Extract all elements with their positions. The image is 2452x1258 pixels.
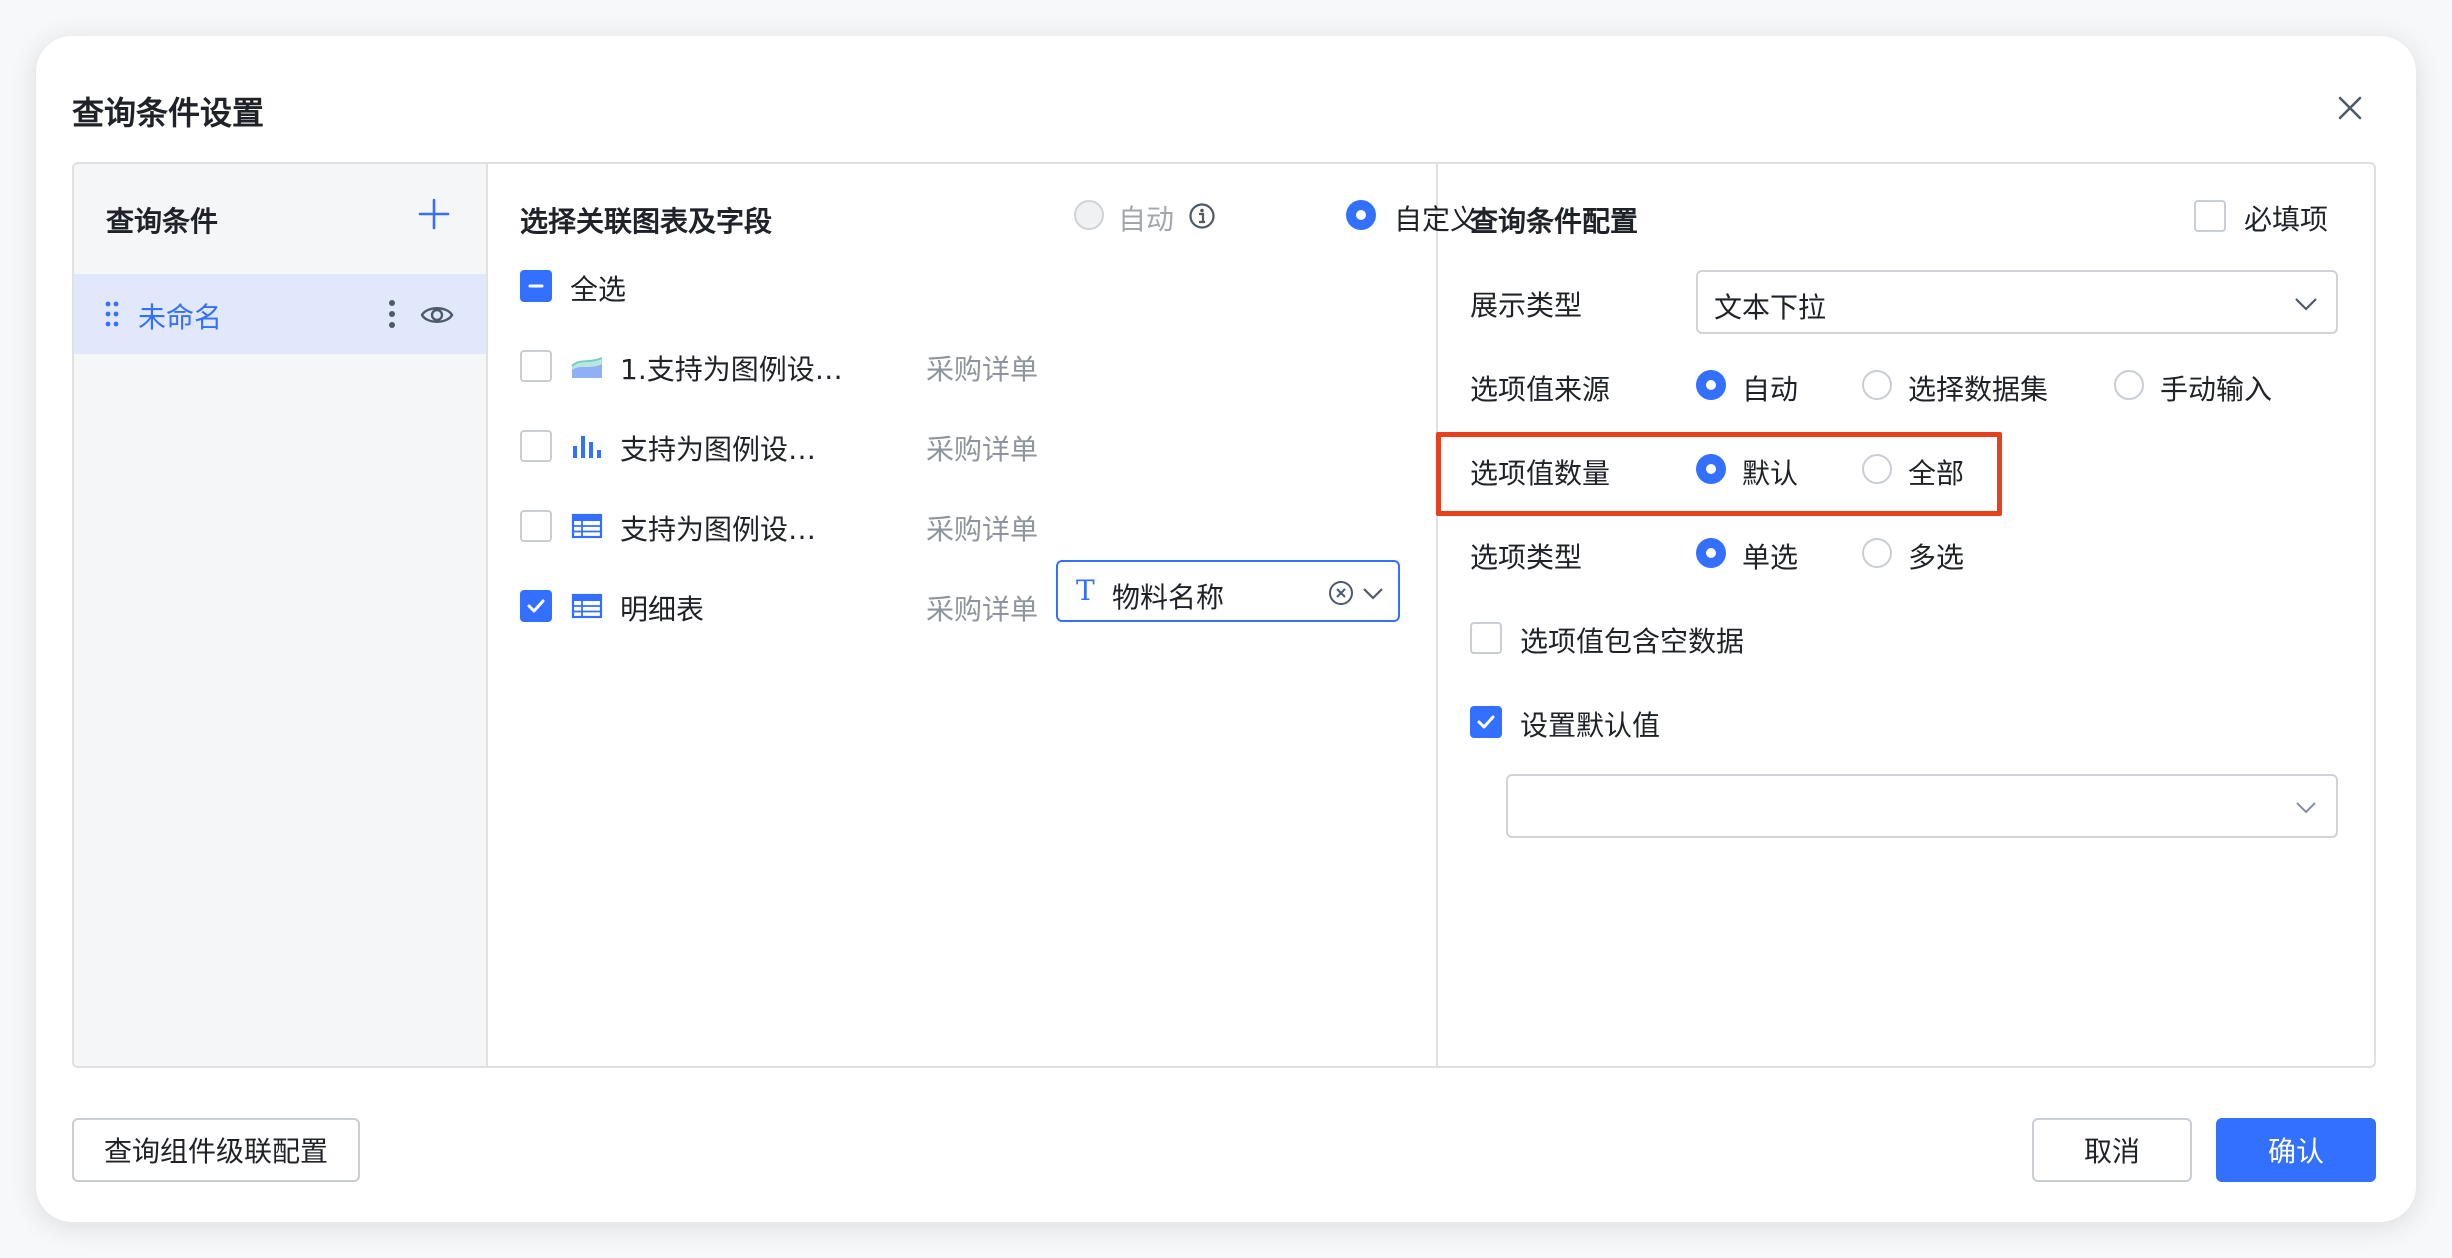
source-auto-label: 自动: [1742, 373, 1799, 406]
chart-row-checkbox[interactable]: [520, 430, 552, 462]
source-dataset-radio[interactable]: [1862, 370, 1892, 400]
set-default-checkbox[interactable]: [1470, 706, 1502, 738]
chevron-down-icon[interactable]: [2294, 798, 2318, 816]
chart-field-column: 选择关联图表及字段 自动 自定义 全选 1.支持为图例设… 采购详单 支持为图例…: [488, 164, 1478, 1066]
cancel-button[interactable]: 取消: [2032, 1118, 2192, 1182]
include-empty-label: 选项值包含空数据: [1520, 625, 1745, 658]
table-icon: [570, 512, 604, 540]
source-dataset-label: 选择数据集: [1908, 373, 2049, 406]
count-all-radio[interactable]: [1862, 454, 1892, 484]
chart-field-header: 选择关联图表及字段: [520, 205, 773, 238]
chart-row-name: 明细表: [620, 593, 705, 626]
close-icon[interactable]: [2330, 88, 2370, 128]
mode-auto-radio[interactable]: [1074, 200, 1104, 230]
source-auto-radio[interactable]: [1696, 370, 1726, 400]
eye-icon[interactable]: [420, 298, 454, 332]
bar-chart-icon: [570, 432, 604, 460]
display-type-value: 文本下拉: [1714, 291, 1827, 324]
required-label: 必填项: [2244, 203, 2329, 236]
dialog-title: 查询条件设置: [72, 94, 265, 132]
chart-row-checkbox[interactable]: [520, 350, 552, 382]
chart-row-name: 支持为图例设…: [620, 513, 817, 546]
source-manual-label: 手动输入: [2160, 373, 2273, 406]
chevron-down-icon[interactable]: [1362, 584, 1384, 602]
condition-item-label: 未命名: [138, 301, 223, 334]
info-icon[interactable]: [1188, 202, 1216, 230]
default-value-select[interactable]: [1506, 774, 2338, 838]
more-vertical-icon[interactable]: [382, 294, 402, 334]
source-manual-radio[interactable]: [2114, 370, 2144, 400]
chart-row-dataset: 采购详单: [926, 513, 1039, 546]
clear-icon[interactable]: [1328, 580, 1354, 606]
table-icon: [570, 592, 604, 620]
type-multi-radio[interactable]: [1862, 538, 1892, 568]
area-chart-icon: [570, 352, 604, 380]
query-settings-dialog: 查询条件设置 查询条件 未命名 选择关联图表及字段 自动 自定义 全选 1.支持…: [36, 36, 2416, 1222]
drag-handle-icon[interactable]: [104, 298, 120, 330]
condition-list-header: 查询条件: [106, 205, 219, 238]
include-empty-checkbox[interactable]: [1470, 622, 1502, 654]
select-all-label: 全选: [570, 273, 627, 306]
field-select[interactable]: T 物料名称: [1056, 560, 1400, 622]
chevron-down-icon[interactable]: [2294, 294, 2318, 312]
count-default-label: 默认: [1742, 457, 1799, 490]
cascade-config-button[interactable]: 查询组件级联配置: [72, 1118, 360, 1182]
mode-auto-label: 自动: [1118, 203, 1175, 236]
required-checkbox[interactable]: [2194, 200, 2226, 232]
condition-config-column: 查询条件配置 必填项 展示类型 文本下拉 选项值来源 自动 选择数据集 手动输入…: [1436, 164, 2374, 1066]
option-count-label: 选项值数量: [1470, 457, 1611, 490]
type-single-label: 单选: [1742, 541, 1799, 574]
mode-custom-radio[interactable]: [1346, 200, 1376, 230]
chart-row-checkbox[interactable]: [520, 510, 552, 542]
text-field-icon: T: [1076, 574, 1095, 607]
display-type-label: 展示类型: [1470, 289, 1583, 322]
count-all-label: 全部: [1908, 457, 1965, 490]
chart-row-dataset: 采购详单: [926, 433, 1039, 466]
chart-row-checkbox[interactable]: [520, 590, 552, 622]
select-all-checkbox[interactable]: [520, 270, 552, 302]
field-select-value: 物料名称: [1112, 581, 1225, 614]
display-type-select[interactable]: 文本下拉: [1696, 270, 2338, 334]
option-source-label: 选项值来源: [1470, 373, 1611, 406]
count-default-radio[interactable]: [1696, 454, 1726, 484]
condition-config-header: 查询条件配置: [1470, 205, 1639, 238]
set-default-label: 设置默认值: [1520, 709, 1661, 742]
condition-list-column: 查询条件 未命名: [74, 164, 488, 1066]
confirm-button[interactable]: 确认: [2216, 1118, 2376, 1182]
type-single-radio[interactable]: [1696, 538, 1726, 568]
chart-row-name: 1.支持为图例设…: [620, 353, 843, 386]
chart-row-name: 支持为图例设…: [620, 433, 817, 466]
option-type-label: 选项类型: [1470, 541, 1583, 574]
add-condition-icon[interactable]: [414, 194, 454, 234]
chart-row-dataset: 采购详单: [926, 593, 1039, 626]
chart-row-dataset: 采购详单: [926, 353, 1039, 386]
type-multi-label: 多选: [1908, 541, 1965, 574]
condition-item-unnamed[interactable]: 未命名: [74, 274, 486, 354]
settings-panel: 查询条件 未命名 选择关联图表及字段 自动 自定义 全选 1.支持为图例设… 采…: [72, 162, 2376, 1068]
